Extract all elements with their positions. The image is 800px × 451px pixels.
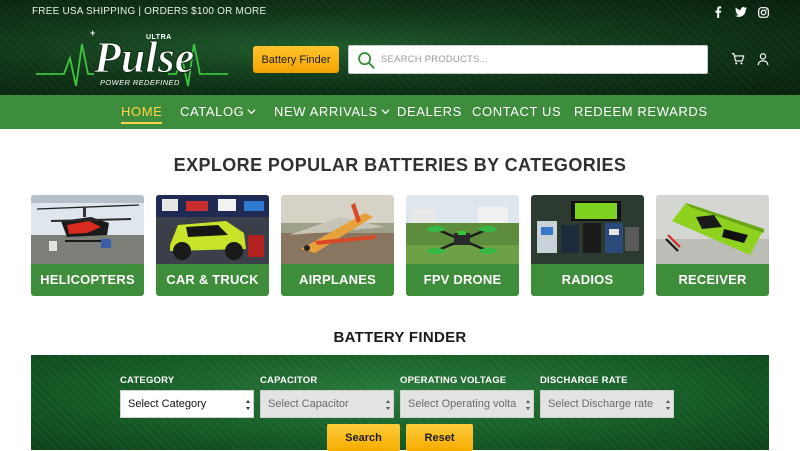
battery-finder-panel: CATEGORY CAPACITOR OPERATING VOLTAGE DIS… xyxy=(31,355,769,451)
discharge-filter-label: DISCHARGE RATE xyxy=(540,375,628,386)
nav-contact-us-label: CONTACT US xyxy=(472,104,562,119)
battery-finder-title: BATTERY FINDER xyxy=(333,329,467,346)
nav-dealers[interactable]: DEALERS xyxy=(397,104,462,119)
category-card-airplanes[interactable]: AIRPLANES xyxy=(281,195,394,296)
category-label: HELICOPTERS xyxy=(31,264,144,296)
instagram-icon[interactable] xyxy=(756,5,770,19)
voltage-select[interactable]: Select Operating volta xyxy=(400,390,534,418)
search-icon[interactable] xyxy=(357,51,375,69)
category-card-car-truck[interactable]: CAR & TRUCK xyxy=(156,195,269,296)
discharge-rate-select[interactable]: Select Discharge rate xyxy=(540,390,674,418)
select-arrow-icon xyxy=(666,400,670,410)
battery-finder-button[interactable]: Battery Finder xyxy=(253,46,339,73)
nav-redeem-rewards[interactable]: REDEEM REWARDS xyxy=(574,104,708,119)
user-icon[interactable] xyxy=(756,52,770,66)
select-arrow-icon xyxy=(386,400,390,410)
nav-new-arrivals-label: NEW ARRIVALS xyxy=(274,104,378,119)
facebook-icon[interactable] xyxy=(711,5,725,19)
helicopter-image xyxy=(31,195,144,264)
reset-button[interactable]: Reset xyxy=(406,424,473,451)
site-header: FREE USA SHIPPING | ORDERS $100 OR MORE … xyxy=(0,0,800,95)
shipping-promo: FREE USA SHIPPING | ORDERS $100 OR MORE xyxy=(32,6,267,17)
category-label: RECEIVER xyxy=(656,264,769,296)
twitter-icon[interactable] xyxy=(734,5,748,19)
voltage-select-value: Select Operating volta xyxy=(408,398,517,410)
category-label: RADIOS xyxy=(531,264,644,296)
pulse-ultra-logo[interactable]: + Pulse ULTRA POWER REDEFINED xyxy=(34,28,230,90)
category-card-fpv-drone[interactable]: FPV DRONE xyxy=(406,195,519,296)
chevron-down-icon xyxy=(247,109,256,115)
drone-image xyxy=(406,195,519,264)
nav-new-arrivals[interactable]: NEW ARRIVALS xyxy=(274,104,390,119)
category-card-helicopters[interactable]: HELICOPTERS xyxy=(31,195,144,296)
capacitor-select[interactable]: Select Capacitor xyxy=(260,390,394,418)
categories-title: EXPLORE POPULAR BATTERIES BY CATEGORIES xyxy=(173,155,627,175)
radio-transmitter-image xyxy=(531,195,644,264)
discharge-rate-select-value: Select Discharge rate xyxy=(548,398,654,410)
airplane-image xyxy=(281,195,394,264)
main-nav: HOME CATALOG NEW ARRIVALS DEALERS CONTAC… xyxy=(0,95,800,129)
logo-super: ULTRA xyxy=(146,34,172,41)
nav-catalog-label: CATALOG xyxy=(180,104,245,119)
rc-car-image xyxy=(156,195,269,264)
category-label: AIRPLANES xyxy=(281,264,394,296)
nav-contact-us[interactable]: CONTACT US xyxy=(472,104,561,119)
nav-catalog[interactable]: CATALOG xyxy=(180,104,256,119)
category-filter-label: CATEGORY xyxy=(120,375,175,386)
nav-home[interactable]: HOME xyxy=(121,104,163,124)
logo-tagline: POWER REDEFINED xyxy=(100,78,180,87)
select-arrow-icon xyxy=(526,400,530,410)
category-select-value: Select Category xyxy=(128,398,207,410)
logo-wordmark: Pulse xyxy=(93,33,194,82)
select-arrow-icon xyxy=(246,400,250,410)
voltage-filter-label: OPERATING VOLTAGE xyxy=(400,375,507,386)
category-select[interactable]: Select Category xyxy=(120,390,254,418)
category-card-receiver[interactable]: RECEIVER xyxy=(656,195,769,296)
capacitor-select-value: Select Capacitor xyxy=(268,398,349,410)
cart-icon[interactable] xyxy=(731,52,745,66)
nav-redeem-rewards-label: REDEEM REWARDS xyxy=(574,104,708,119)
category-label: FPV DRONE xyxy=(406,264,519,296)
search-input[interactable] xyxy=(381,54,707,65)
chevron-down-icon xyxy=(381,109,390,115)
nav-dealers-label: DEALERS xyxy=(397,104,462,119)
capacitor-filter-label: CAPACITOR xyxy=(260,375,318,386)
search-button[interactable]: Search xyxy=(327,424,400,451)
search-bar xyxy=(348,45,708,74)
nav-home-label: HOME xyxy=(121,104,163,119)
category-card-radios[interactable]: RADIOS xyxy=(531,195,644,296)
category-label: CAR & TRUCK xyxy=(156,264,269,296)
receiver-battery-image xyxy=(656,195,769,264)
